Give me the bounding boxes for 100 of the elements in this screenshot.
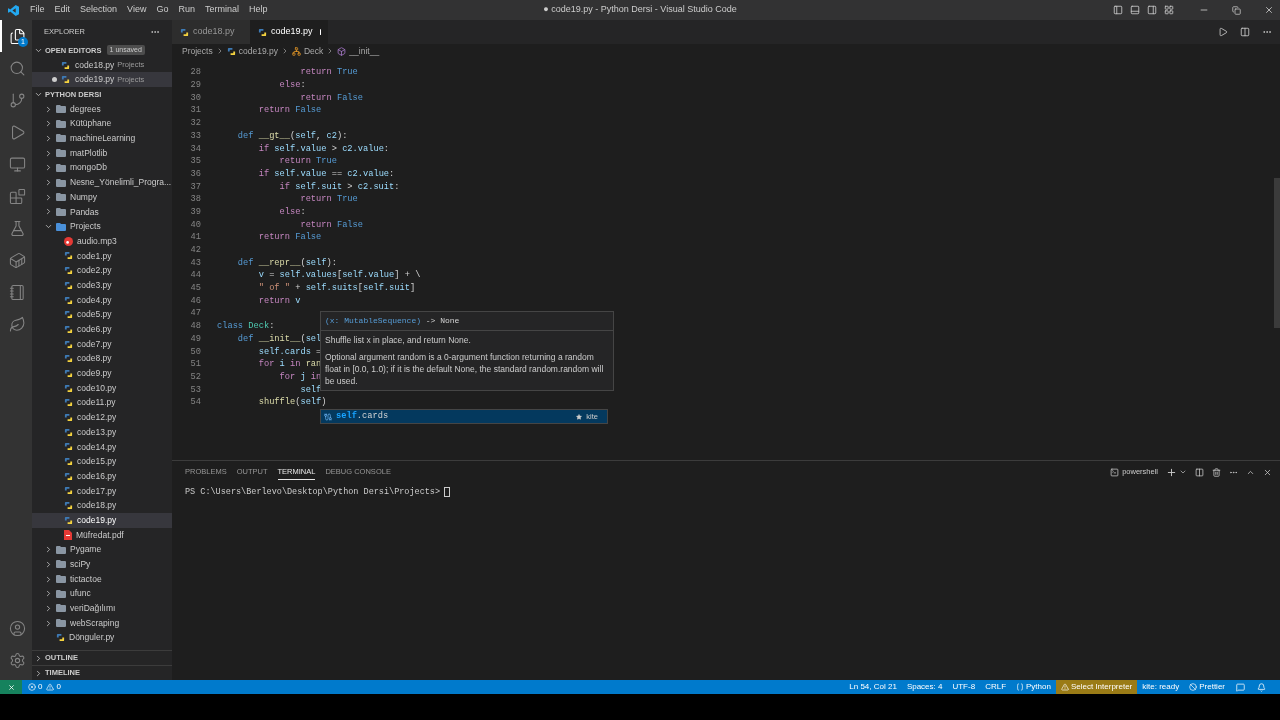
language-button[interactable]: Python bbox=[1011, 681, 1056, 693]
tree-item[interactable]: Nesne_Yönelimli_Progra... bbox=[32, 175, 172, 190]
bell-icon[interactable] bbox=[1257, 682, 1266, 692]
tree-item[interactable]: Kütüphane bbox=[32, 116, 172, 132]
editor-tab[interactable]: code18.py bbox=[172, 20, 250, 44]
python-icon bbox=[64, 310, 73, 320]
run-icon[interactable] bbox=[1218, 27, 1228, 37]
line-number: 50 bbox=[189, 345, 202, 359]
folder-icon bbox=[56, 105, 66, 114]
tree-item[interactable]: machineLearning bbox=[32, 131, 172, 146]
menu-item[interactable]: View bbox=[122, 3, 152, 17]
code-line: return False bbox=[299, 218, 363, 232]
tree-label: mongoDb bbox=[70, 161, 107, 175]
tree-item[interactable]: code9.py bbox=[32, 366, 172, 381]
tree-item[interactable]: code15.py bbox=[32, 454, 172, 469]
tree-item[interactable]: code13.py bbox=[32, 424, 172, 440]
interpreter-button[interactable]: Select Interpreter bbox=[1055, 680, 1138, 694]
tree-item[interactable]: code14.py bbox=[32, 439, 172, 455]
tree-item[interactable]: Pygame bbox=[32, 542, 172, 558]
tree-item[interactable]: code17.py bbox=[32, 483, 172, 499]
python-icon bbox=[64, 413, 73, 423]
breadcrumb-item[interactable]: Deck bbox=[303, 44, 324, 58]
tree-item[interactable]: mongoDb bbox=[32, 160, 172, 176]
tree-item[interactable]: Müfredat.pdf bbox=[32, 527, 172, 543]
panel-right-icon[interactable] bbox=[1147, 5, 1157, 15]
line-number: 37 bbox=[189, 180, 202, 194]
panel-left-icon[interactable] bbox=[1113, 5, 1123, 15]
tree-item[interactable]: code16.py bbox=[32, 468, 172, 484]
folder-icon bbox=[56, 222, 66, 231]
code-line: shuffle(self) bbox=[257, 396, 327, 410]
close-icon[interactable] bbox=[1264, 5, 1274, 15]
trash-icon[interactable] bbox=[1212, 467, 1221, 477]
tree-item[interactable]: code18.py bbox=[32, 498, 172, 513]
status-item[interactable]: Spaces: 4 bbox=[901, 681, 948, 693]
tree-item[interactable]: code6.py bbox=[32, 322, 172, 337]
status-item[interactable]: UTF-8 bbox=[947, 681, 981, 693]
tree-item[interactable]: Projects bbox=[32, 219, 172, 234]
close-icon[interactable] bbox=[1263, 467, 1272, 477]
menu-item[interactable]: Selection bbox=[75, 3, 123, 17]
tree-item[interactable]: Numpy bbox=[32, 189, 172, 205]
tree-item[interactable]: degrees bbox=[32, 101, 172, 117]
tree-item[interactable]: Dönguler.py bbox=[32, 630, 172, 646]
menu-item[interactable]: File bbox=[25, 3, 50, 17]
tree-label: code5.py bbox=[77, 308, 112, 322]
chevron-icon[interactable] bbox=[1179, 468, 1187, 476]
tree-item[interactable]: code3.py bbox=[32, 278, 172, 293]
editor-tab[interactable]: code19.py bbox=[250, 20, 328, 44]
python-icon bbox=[64, 427, 73, 437]
code-line: else: bbox=[278, 79, 306, 93]
tree-item[interactable]: code10.py bbox=[32, 380, 172, 396]
tree-item[interactable]: code5.py bbox=[32, 307, 172, 323]
tree-item[interactable]: Pandas bbox=[32, 204, 172, 220]
tree-item[interactable]: ufunc bbox=[32, 586, 172, 602]
tree-item[interactable]: code8.py bbox=[32, 351, 172, 367]
tree-item[interactable]: code7.py bbox=[32, 336, 172, 352]
tree-item[interactable]: tictactoe bbox=[32, 571, 172, 587]
tree-item[interactable]: code1.py bbox=[32, 248, 172, 264]
menu-item[interactable]: Run bbox=[173, 3, 200, 17]
tree-item[interactable]: audio.mp3 bbox=[32, 233, 172, 249]
menu-item[interactable]: Go bbox=[151, 3, 174, 17]
tree-item[interactable]: code11.py bbox=[32, 395, 172, 411]
breadcrumb-item[interactable]: code19.py bbox=[238, 44, 278, 58]
tree-item[interactable]: matPlotlib bbox=[32, 145, 172, 161]
menu-item[interactable]: Help bbox=[243, 3, 273, 17]
problems-button[interactable]: 0 0 bbox=[28, 681, 61, 693]
prettier-button[interactable]: Prettier bbox=[1184, 681, 1230, 693]
tree-item[interactable]: veriDağılımı bbox=[32, 601, 172, 616]
status-item[interactable]: Ln 54, Col 21 bbox=[844, 681, 902, 693]
status-item[interactable]: kite: ready bbox=[1137, 681, 1185, 693]
leaf-icon bbox=[8, 315, 26, 333]
warning-icon bbox=[1060, 683, 1069, 691]
restore-icon[interactable] bbox=[1232, 5, 1241, 15]
tree-label: Dönguler.py bbox=[69, 631, 115, 645]
python-icon bbox=[61, 60, 70, 70]
tree-item[interactable]: code12.py bbox=[32, 410, 172, 425]
menu-item[interactable]: Terminal bbox=[199, 3, 244, 17]
folder-icon bbox=[56, 560, 66, 569]
line-number: 42 bbox=[189, 244, 202, 258]
breadcrumb-item[interactable]: Projects bbox=[182, 44, 213, 58]
tree-label: code11.py bbox=[77, 396, 116, 410]
tree-item[interactable]: code2.py bbox=[32, 263, 172, 278]
tree-item[interactable]: sciPy bbox=[32, 557, 172, 572]
tree-label: tictactoe bbox=[70, 572, 102, 586]
layout-icon[interactable] bbox=[1164, 5, 1174, 15]
status-item[interactable]: CRLF bbox=[980, 681, 1011, 693]
tree-item[interactable]: code4.py bbox=[32, 292, 172, 308]
split-terminal-icon[interactable] bbox=[1195, 467, 1204, 477]
new-terminal-icon[interactable] bbox=[1166, 466, 1177, 478]
panel-bottom-icon[interactable] bbox=[1130, 5, 1140, 15]
tree-item[interactable]: webScraping bbox=[32, 615, 172, 631]
menu-item[interactable]: Edit bbox=[49, 3, 76, 17]
tree-item[interactable]: code19.py bbox=[32, 513, 172, 528]
python-icon bbox=[64, 354, 73, 364]
tree-label: degrees bbox=[70, 102, 101, 116]
tree-label: audio.mp3 bbox=[77, 234, 117, 248]
breadcrumb-item[interactable]: __init__ bbox=[349, 44, 380, 58]
python-icon bbox=[64, 324, 73, 334]
split-editor-icon[interactable] bbox=[1240, 27, 1250, 37]
folder-icon bbox=[56, 163, 66, 172]
tree-label: code10.py bbox=[77, 381, 117, 395]
